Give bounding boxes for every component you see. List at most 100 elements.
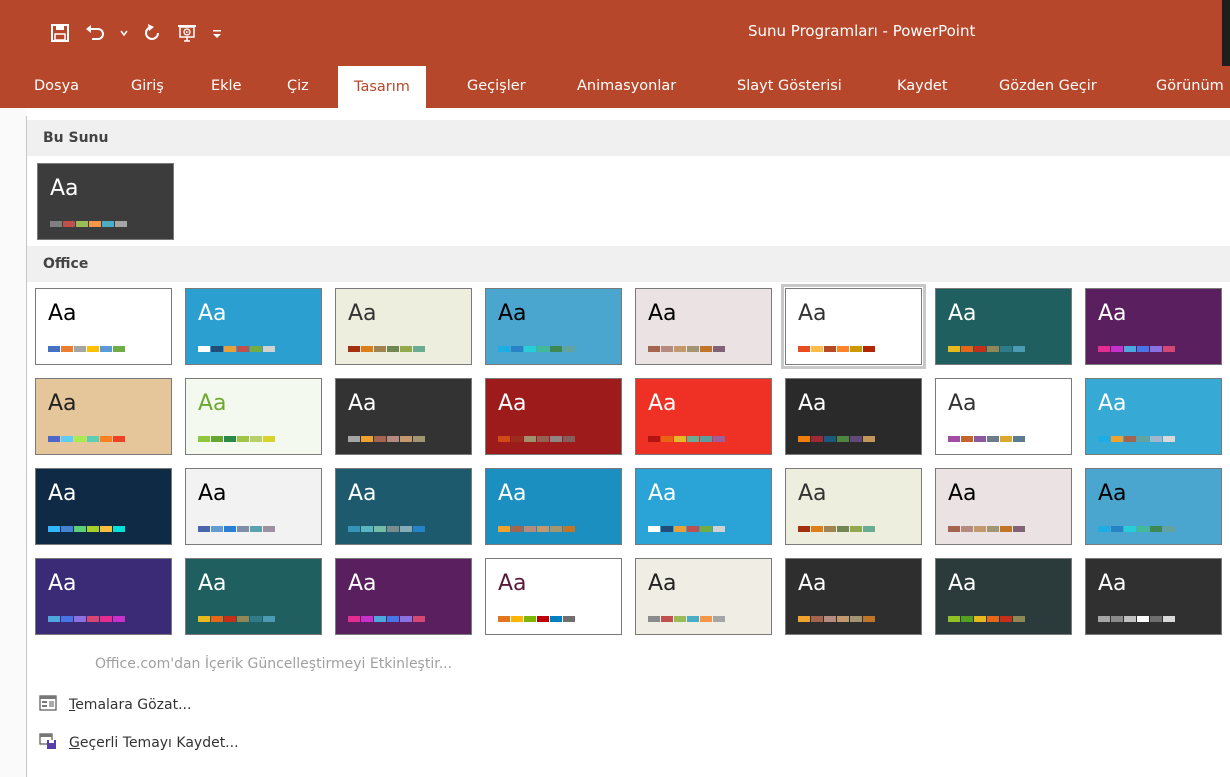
- color-swatch: [198, 526, 210, 532]
- office-theme-thumbnail[interactable]: Aa: [1085, 288, 1222, 365]
- office-theme-thumbnail[interactable]: Aa: [635, 468, 772, 545]
- office-theme-thumbnail[interactable]: Aa: [185, 378, 322, 455]
- color-swatch: [250, 436, 262, 442]
- color-swatch: [1013, 436, 1025, 442]
- color-swatch: [224, 616, 236, 622]
- color-swatch: [824, 526, 836, 532]
- color-swatch: [113, 346, 125, 352]
- color-swatch: [837, 616, 849, 622]
- tab-slayt-gosterisi[interactable]: Slayt Gösterisi: [737, 66, 842, 108]
- office-theme-thumbnail[interactable]: Aa: [635, 288, 772, 365]
- color-swatch: [237, 436, 249, 442]
- office-theme-thumbnail[interactable]: Aa: [335, 558, 472, 635]
- office-theme-thumbnail[interactable]: Aa: [35, 468, 172, 545]
- office-theme-thumbnail[interactable]: Aa: [185, 468, 322, 545]
- color-swatch: [348, 616, 360, 622]
- office-theme-thumbnail[interactable]: Aa: [1085, 468, 1222, 545]
- office-theme-thumbnail[interactable]: Aa: [935, 288, 1072, 365]
- color-swatch: [524, 436, 536, 442]
- theme-preview-text: Aa: [1098, 391, 1127, 416]
- tab-giris[interactable]: Giriş: [131, 66, 164, 108]
- tab-gecisler[interactable]: Geçişler: [467, 66, 526, 108]
- office-theme-thumbnail[interactable]: Aa: [785, 558, 922, 635]
- color-swatch: [498, 436, 510, 442]
- theme-preview-text: Aa: [648, 301, 677, 326]
- office-theme-thumbnail[interactable]: Aa: [485, 558, 622, 635]
- color-swatch: [1137, 346, 1149, 352]
- undo-dropdown-icon[interactable]: [120, 29, 128, 37]
- color-swatch: [961, 526, 973, 532]
- color-swatch: [1150, 526, 1162, 532]
- customize-icon[interactable]: [212, 26, 222, 40]
- present-icon[interactable]: [176, 23, 198, 43]
- office-theme-thumbnail[interactable]: Aa: [35, 558, 172, 635]
- tab-gozden-gecir[interactable]: Gözden Geçir: [999, 66, 1097, 108]
- save-icon[interactable]: [50, 23, 70, 43]
- tab-ciz[interactable]: Çiz: [287, 66, 309, 108]
- office-theme-thumbnail[interactable]: Aa: [1085, 378, 1222, 455]
- theme-preview-text: Aa: [48, 301, 77, 326]
- office-theme-thumbnail[interactable]: Aa: [935, 558, 1072, 635]
- browse-themes-item[interactable]: Temalara Gözat...: [39, 694, 191, 716]
- color-swatch: [700, 526, 712, 532]
- office-theme-thumbnail[interactable]: Aa: [485, 378, 622, 455]
- office-theme-thumbnail[interactable]: Aa: [485, 468, 622, 545]
- color-swatch: [798, 346, 810, 352]
- tab-kaydet[interactable]: Kaydet: [897, 66, 948, 108]
- color-swatch: [798, 436, 810, 442]
- office-theme-thumbnail[interactable]: Aa: [485, 288, 622, 365]
- tab-tasarim[interactable]: Tasarım: [338, 66, 426, 112]
- color-swatch: [250, 616, 262, 622]
- tab-gorunum[interactable]: Görünüm: [1156, 66, 1224, 108]
- redo-icon[interactable]: [142, 23, 162, 43]
- save-current-theme-item[interactable]: Geçerli Temayı Kaydet...: [39, 732, 239, 754]
- color-swatch: [713, 436, 725, 442]
- office-theme-thumbnail[interactable]: Aa: [935, 378, 1072, 455]
- office-theme-thumbnail[interactable]: Aa: [185, 558, 322, 635]
- color-swatch: [674, 436, 686, 442]
- color-swatch: [948, 346, 960, 352]
- office-theme-thumbnail[interactable]: Aa: [785, 378, 922, 455]
- color-swatch: [1163, 526, 1175, 532]
- tab-ekle[interactable]: Ekle: [211, 66, 242, 108]
- color-swatch: [87, 526, 99, 532]
- color-swatch: [498, 346, 510, 352]
- office-theme-thumbnail[interactable]: Aa: [335, 468, 472, 545]
- theme-preview-text: Aa: [948, 391, 977, 416]
- color-swatch: [961, 436, 973, 442]
- color-swatch: [863, 346, 875, 352]
- theme-color-swatches: [948, 436, 1025, 442]
- color-swatch: [987, 526, 999, 532]
- office-theme-thumbnail[interactable]: Aa: [1085, 558, 1222, 635]
- office-theme-thumbnail[interactable]: Aa: [635, 558, 772, 635]
- color-swatch: [1000, 616, 1012, 622]
- color-swatch: [74, 346, 86, 352]
- color-swatch: [1150, 436, 1162, 442]
- tab-animasyonlar[interactable]: Animasyonlar: [577, 66, 676, 108]
- undo-icon[interactable]: [84, 23, 106, 43]
- color-swatch: [115, 221, 127, 227]
- office-theme-thumbnail[interactable]: Aa: [185, 288, 322, 365]
- office-theme-thumbnail[interactable]: Aa: [35, 378, 172, 455]
- office-theme-thumbnail[interactable]: Aa: [335, 378, 472, 455]
- office-theme-thumbnail[interactable]: Aa: [35, 288, 172, 365]
- office-theme-thumbnail[interactable]: Aa: [785, 468, 922, 545]
- color-swatch: [961, 346, 973, 352]
- office-theme-thumbnail[interactable]: Aa: [635, 378, 772, 455]
- section-this-presentation: Bu Sunu: [27, 120, 1230, 156]
- title-bar: Sunu Programları - PowerPoint: [0, 0, 1230, 66]
- tab-dosya[interactable]: Dosya: [34, 66, 79, 108]
- theme-preview-text: Aa: [198, 301, 227, 326]
- current-theme-thumbnail[interactable]: Aa: [37, 163, 174, 240]
- office-theme-thumbnail[interactable]: Aa: [335, 288, 472, 365]
- color-swatch: [511, 346, 523, 352]
- theme-color-swatches: [1098, 436, 1175, 442]
- color-swatch: [563, 616, 575, 622]
- color-swatch: [100, 346, 112, 352]
- theme-preview-text: Aa: [348, 391, 377, 416]
- color-swatch: [713, 616, 725, 622]
- color-swatch: [387, 616, 399, 622]
- theme-color-swatches: [348, 526, 425, 532]
- office-theme-thumbnail[interactable]: Aa: [935, 468, 1072, 545]
- office-theme-thumbnail[interactable]: Aa: [781, 284, 926, 369]
